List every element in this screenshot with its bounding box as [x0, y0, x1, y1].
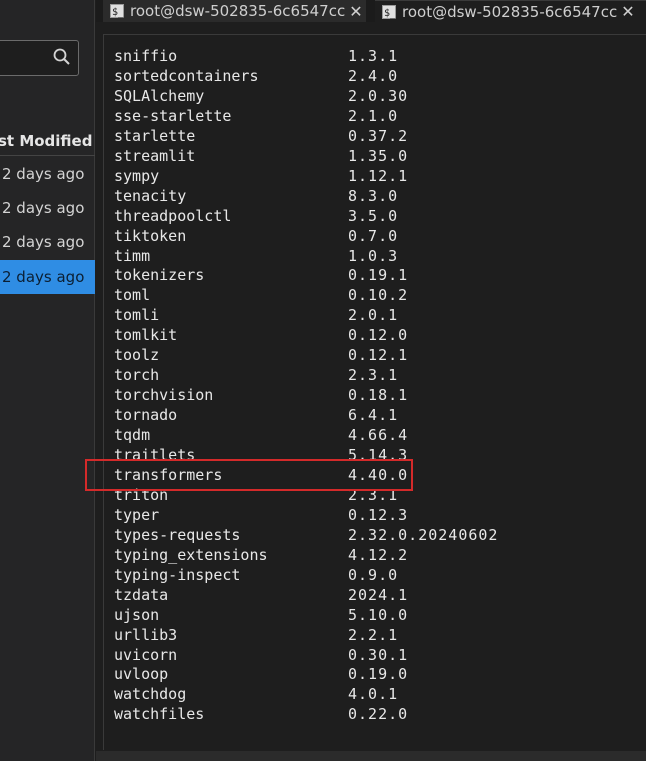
package-name: tomlkit	[114, 326, 178, 345]
package-name: tqdm	[114, 426, 151, 445]
package-version: 2024.1	[348, 585, 409, 604]
package-name: watchdog	[114, 685, 187, 704]
tab-label: root@dsw-502835-6c6547cc	[130, 2, 346, 20]
package-version: 0.37.2	[348, 126, 409, 145]
package-name: urllib3	[114, 625, 178, 644]
package-version: 2.3.1	[348, 366, 399, 385]
package-version: 0.12.3	[348, 505, 409, 524]
last-modified-column-header[interactable]: st Modified	[0, 128, 95, 156]
package-name: tiktoken	[114, 226, 187, 245]
package-name: starlette	[114, 126, 196, 145]
package-name: torchvision	[114, 386, 214, 405]
package-name: typer	[114, 505, 160, 524]
terminal-output[interactable]: sniffio 1.3.1 sortedcontainers 2.4.0 SQLAlch…	[103, 34, 646, 750]
package-name: tomli	[114, 306, 160, 325]
package-version: 0.10.2	[348, 286, 409, 305]
search-icon[interactable]	[52, 47, 72, 67]
package-version: 4.66.4	[348, 426, 409, 445]
package-version: 2.1.0	[348, 106, 399, 125]
package-version: 4.12.2	[348, 545, 409, 564]
package-name: streamlit	[114, 146, 196, 165]
svg-text:$_: $_	[384, 8, 396, 19]
package-name: transformers	[114, 465, 223, 484]
package-version: 5.10.0	[348, 605, 409, 624]
package-name: types-requests	[114, 525, 241, 544]
terminal-tab-1[interactable]: $_ root@dsw-502835-6c6547cc ✕	[103, 0, 366, 22]
package-version: 6.4.1	[348, 406, 399, 425]
package-version: 2.0.30	[348, 86, 409, 105]
package-name: tenacity	[114, 186, 187, 205]
terminal-icon: $_	[110, 4, 124, 18]
column-header-label: st Modified	[0, 132, 93, 150]
package-version: 1.0.3	[348, 246, 399, 265]
package-version: 4.40.0	[348, 465, 409, 484]
package-version: 1.35.0	[348, 146, 409, 165]
close-icon[interactable]: ✕	[349, 2, 362, 21]
tab-label: root@dsw-502835-6c6547cc	[402, 2, 618, 21]
package-name: ujson	[114, 605, 160, 624]
package-name: typing-inspect	[114, 565, 241, 584]
package-version: 0.22.0	[348, 705, 409, 724]
package-version: 2.0.1	[348, 306, 399, 325]
package-name: tzdata	[114, 585, 169, 604]
package-name: uvloop	[114, 665, 169, 684]
modified-time: 2 days ago	[2, 233, 85, 251]
package-version: 5.14.3	[348, 446, 409, 464]
terminal-tab-2[interactable]: $_ root@dsw-502835-6c6547cc ✕	[375, 0, 646, 22]
package-version: 0.18.1	[348, 386, 409, 405]
package-name: typing_extensions	[114, 545, 268, 564]
package-name: sniffio	[114, 47, 178, 65]
package-name: timm	[114, 246, 151, 265]
package-name: traitlets	[114, 446, 196, 464]
file-row[interactable]: 2 days ago	[0, 157, 95, 191]
package-name: sortedcontainers	[114, 66, 259, 85]
package-name: sympy	[114, 166, 160, 185]
package-name: uvicorn	[114, 645, 178, 664]
package-version: 0.7.0	[348, 226, 399, 245]
package-version: 2.2.1	[348, 625, 399, 644]
close-icon[interactable]: ✕	[621, 2, 634, 21]
package-name: sse-starlette	[114, 106, 232, 125]
modified-time: 2 days ago	[2, 199, 85, 217]
file-browser-panel: st Modified 2 days ago 2 days ago 2 days…	[0, 0, 95, 761]
package-version: 2.3.1	[348, 485, 399, 504]
package-version: 0.19.1	[348, 266, 409, 285]
package-version: 0.9.0	[348, 565, 399, 584]
terminal-tab-strip: $_ root@dsw-502835-6c6547cc ✕ $_ root@ds…	[96, 0, 646, 22]
package-version: 0.19.0	[348, 665, 409, 684]
terminal-icon: $_	[382, 4, 396, 19]
package-version: 3.5.0	[348, 206, 399, 225]
file-row[interactable]: 2 days ago	[0, 225, 95, 259]
package-version: 0.12.0	[348, 326, 409, 345]
package-name: triton	[114, 485, 169, 504]
file-row-selected[interactable]: 2 days ago	[0, 260, 95, 294]
package-name: toml	[114, 286, 151, 305]
file-row[interactable]: 2 days ago	[0, 191, 95, 225]
package-version: 2.4.0	[348, 66, 399, 85]
package-name: watchfiles	[114, 705, 205, 724]
package-name: threadpoolctl	[114, 206, 232, 225]
package-version: 0.12.1	[348, 346, 409, 365]
package-version: 8.3.0	[348, 186, 399, 205]
package-name: toolz	[114, 346, 160, 365]
package-version: 4.0.1	[348, 685, 399, 704]
package-version: 1.3.1	[348, 47, 399, 65]
package-name: tornado	[114, 406, 178, 425]
svg-text:$_: $_	[112, 7, 124, 18]
bottom-scrollbar[interactable]	[96, 751, 646, 761]
package-name: tokenizers	[114, 266, 205, 285]
package-version: 1.12.1	[348, 166, 409, 185]
package-name: torch	[114, 366, 160, 385]
modified-time: 2 days ago	[2, 268, 85, 286]
package-version: 2.32.0.20240602	[348, 525, 499, 544]
modified-time: 2 days ago	[2, 165, 85, 183]
package-name: SQLAlchemy	[114, 86, 205, 105]
package-version: 0.30.1	[348, 645, 409, 664]
